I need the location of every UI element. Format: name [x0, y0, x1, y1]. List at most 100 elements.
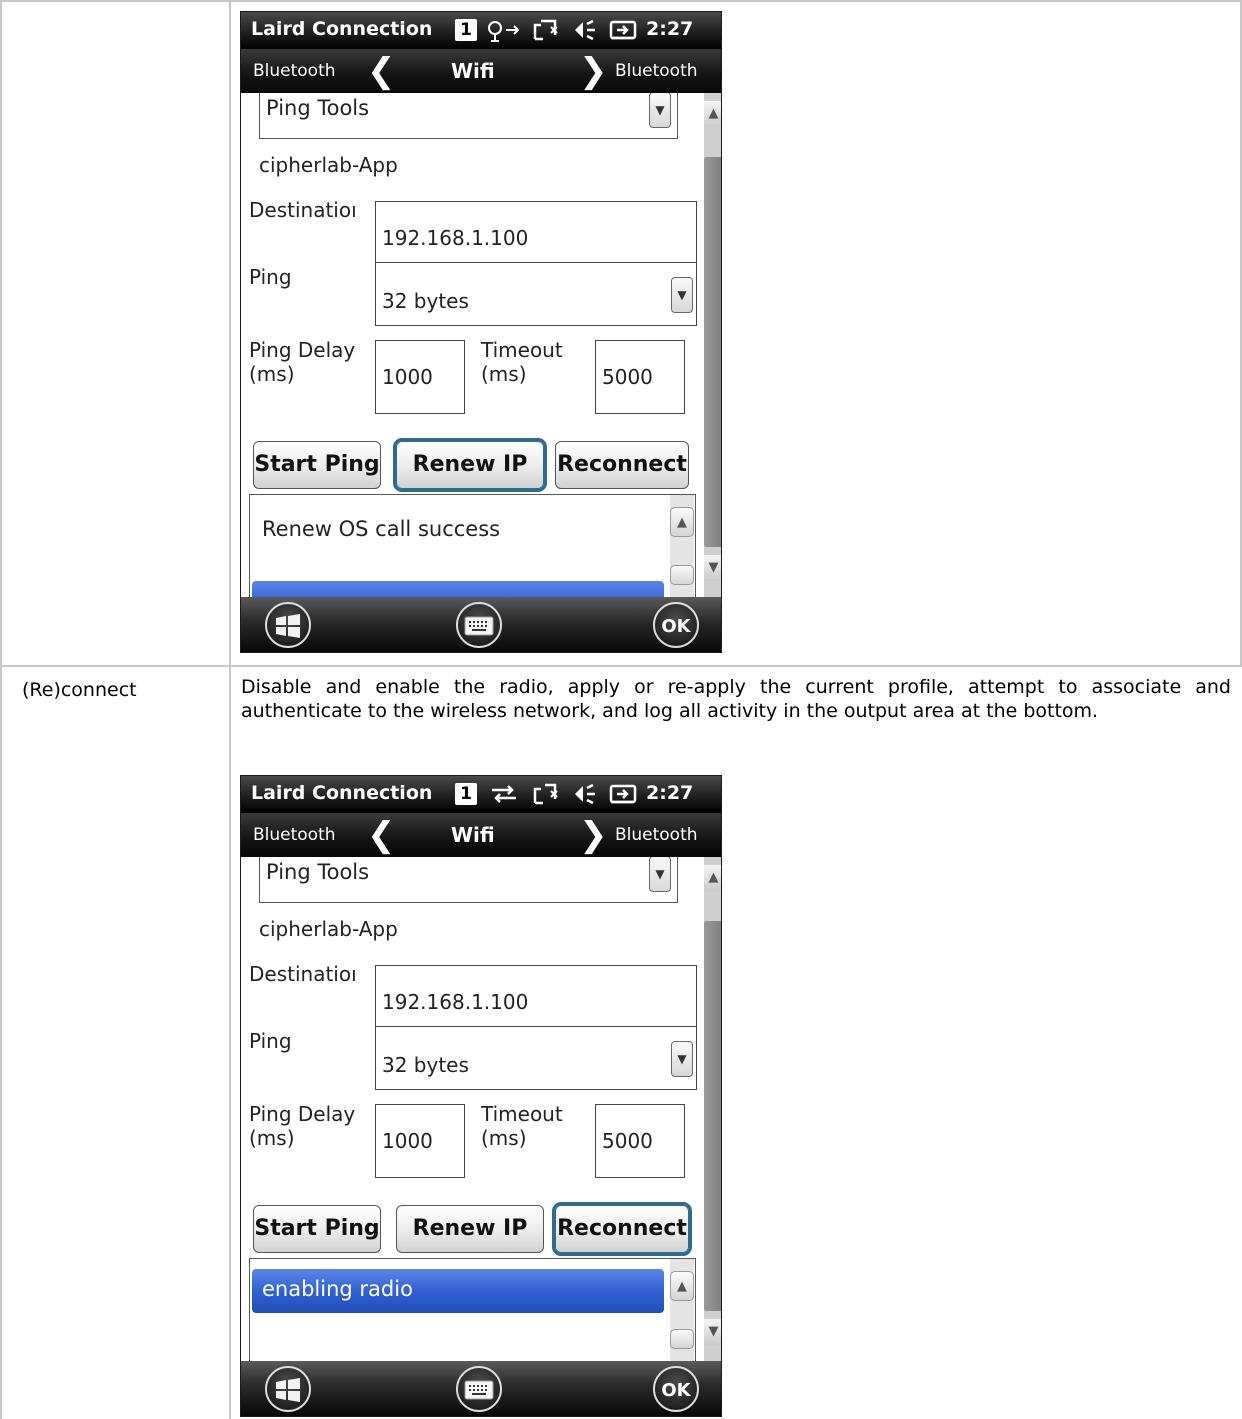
destination-label: Destinatioı: [249, 962, 357, 986]
renew-ip-button[interactable]: Renew IP: [396, 1205, 544, 1253]
status-bar: Laird Connection 1 2:27: [241, 12, 721, 49]
log-line: enabling radio: [262, 1277, 413, 1301]
nav-bar: Bluetooth ❮ Wifi ❯ Bluetooth: [241, 49, 721, 93]
ping-delay-input[interactable]: 1000: [375, 340, 465, 414]
tools-select[interactable]: Ping Tools ▼: [259, 857, 678, 903]
scroll-up-icon[interactable]: ▲: [704, 865, 721, 891]
timeout-input[interactable]: 5000: [595, 1104, 685, 1178]
nav-current-tab: Wifi: [451, 59, 495, 83]
ping-size-value: 32 bytes: [382, 289, 469, 313]
table-row-divider: [0, 665, 1242, 667]
table-column-divider: [229, 0, 231, 1419]
table-top-border: [0, 0, 1242, 2]
notification-badge[interactable]: 1: [455, 783, 477, 805]
scroll-thumb[interactable]: [670, 565, 694, 585]
battery-icon[interactable]: [609, 17, 641, 48]
sync-icon[interactable]: [531, 17, 561, 48]
ping-delay-label: Ping Delay (ms): [249, 1102, 355, 1150]
start-ping-button[interactable]: Start Ping: [253, 441, 381, 489]
chevron-right-icon[interactable]: ❯: [579, 51, 608, 91]
nav-current-tab: Wifi: [451, 823, 495, 847]
ok-button[interactable]: OK: [653, 1366, 699, 1412]
dropdown-arrow-icon[interactable]: ▼: [649, 857, 671, 892]
clock[interactable]: 2:27: [646, 782, 693, 804]
output-log[interactable]: enabling radio ▲: [249, 1258, 696, 1363]
signal-icon[interactable]: [486, 17, 522, 48]
destination-input[interactable]: 192.168.1.100: [375, 965, 697, 1027]
clock[interactable]: 2:27: [646, 18, 693, 40]
ping-delay-label-line2: (ms): [249, 362, 295, 386]
scroll-thumb[interactable]: [704, 157, 721, 547]
phone-screenshot-renew-ip: Laird Connection 1 2:27 Bluetooth ❮ Wifi…: [240, 11, 722, 653]
dropdown-arrow-icon[interactable]: ▼: [649, 93, 671, 128]
chevron-left-icon[interactable]: ❮: [367, 815, 396, 855]
renew-ip-button[interactable]: Renew IP: [393, 438, 547, 492]
ssid-label: cipherlab-App: [259, 917, 398, 941]
nav-bar: Bluetooth ❮ Wifi ❯ Bluetooth: [241, 813, 721, 857]
ping-delay-value: 1000: [382, 1129, 433, 1153]
ok-button[interactable]: OK: [653, 602, 699, 648]
nav-next-label[interactable]: Bluetooth: [615, 825, 698, 845]
nav-prev-label[interactable]: Bluetooth: [253, 825, 336, 845]
timeout-input[interactable]: 5000: [595, 340, 685, 414]
dropdown-arrow-icon[interactable]: ▼: [671, 1041, 693, 1077]
dropdown-arrow-icon[interactable]: ▼: [671, 277, 693, 313]
ping-size-select[interactable]: 32 bytes ▼: [375, 262, 697, 326]
ping-size-label: Ping: [249, 265, 292, 289]
notification-badge[interactable]: 1: [455, 19, 477, 41]
windows-start-icon[interactable]: [265, 602, 311, 648]
destination-input[interactable]: 192.168.1.100: [375, 201, 697, 263]
timeout-value: 5000: [602, 365, 653, 389]
ping-size-label: Ping: [249, 1029, 292, 1053]
timeout-value: 5000: [602, 1129, 653, 1153]
status-bar: Laird Connection 1 2:27: [241, 776, 721, 813]
ping-size-select[interactable]: 32 bytes ▼: [375, 1026, 697, 1090]
page-scrollbar[interactable]: ▲ ▼: [704, 857, 721, 1361]
timeout-label-line1: Timeout: [481, 338, 563, 362]
signal-icon[interactable]: [531, 781, 561, 812]
timeout-label: Timeout (ms): [481, 338, 563, 386]
scroll-up-icon[interactable]: ▲: [704, 101, 721, 127]
destination-value: 192.168.1.100: [382, 990, 529, 1014]
timeout-label: Timeout (ms): [481, 1102, 563, 1150]
bottom-softkey-bar: OK: [241, 597, 721, 652]
scroll-down-icon[interactable]: ▼: [704, 1319, 721, 1345]
tools-select-value: Ping Tools: [266, 96, 370, 120]
table-left-border: [0, 0, 2, 1419]
app-title: Laird Connection: [251, 782, 433, 804]
reconnect-button[interactable]: Reconnect: [552, 1202, 692, 1256]
battery-icon[interactable]: [609, 781, 641, 812]
output-log[interactable]: Renew OS call success ▲: [249, 494, 696, 599]
keyboard-icon[interactable]: [456, 1366, 502, 1412]
nav-next-label[interactable]: Bluetooth: [615, 61, 698, 81]
start-ping-button[interactable]: Start Ping: [253, 1205, 381, 1253]
scroll-thumb[interactable]: [670, 1329, 694, 1349]
ssid-label: cipherlab-App: [259, 153, 398, 177]
reconnect-button[interactable]: Reconnect: [555, 441, 689, 489]
chevron-right-icon[interactable]: ❯: [579, 815, 608, 855]
timeout-label-line2: (ms): [481, 1126, 527, 1150]
windows-start-icon[interactable]: [265, 1366, 311, 1412]
scroll-up-icon[interactable]: ▲: [670, 1271, 694, 1301]
scroll-thumb[interactable]: [704, 921, 721, 1311]
scroll-down-icon[interactable]: ▼: [704, 555, 721, 581]
timeout-label-line2: (ms): [481, 362, 527, 386]
keyboard-icon[interactable]: [456, 602, 502, 648]
log-scrollbar[interactable]: ▲: [670, 495, 694, 598]
nav-prev-label[interactable]: Bluetooth: [253, 61, 336, 81]
ping-delay-value: 1000: [382, 365, 433, 389]
ping-delay-input[interactable]: 1000: [375, 1104, 465, 1178]
sync-icon[interactable]: [486, 781, 522, 812]
tools-select[interactable]: Ping Tools ▼: [259, 93, 678, 139]
row-term: (Re)connect: [22, 679, 137, 701]
phone-screenshot-reconnect: Laird Connection 1 2:27 Bluetooth ❮ Wifi…: [240, 775, 722, 1417]
chevron-left-icon[interactable]: ❮: [367, 51, 396, 91]
volume-icon[interactable]: [571, 781, 601, 812]
log-selected-row[interactable]: enabling radio: [252, 1269, 664, 1313]
destination-label: Destinatioı: [249, 198, 357, 222]
scroll-up-icon[interactable]: ▲: [670, 507, 694, 537]
page-scrollbar[interactable]: ▲ ▼: [704, 93, 721, 597]
ping-delay-label-line1: Ping Delay: [249, 338, 356, 362]
volume-icon[interactable]: [571, 17, 601, 48]
log-scrollbar[interactable]: ▲: [670, 1259, 694, 1362]
